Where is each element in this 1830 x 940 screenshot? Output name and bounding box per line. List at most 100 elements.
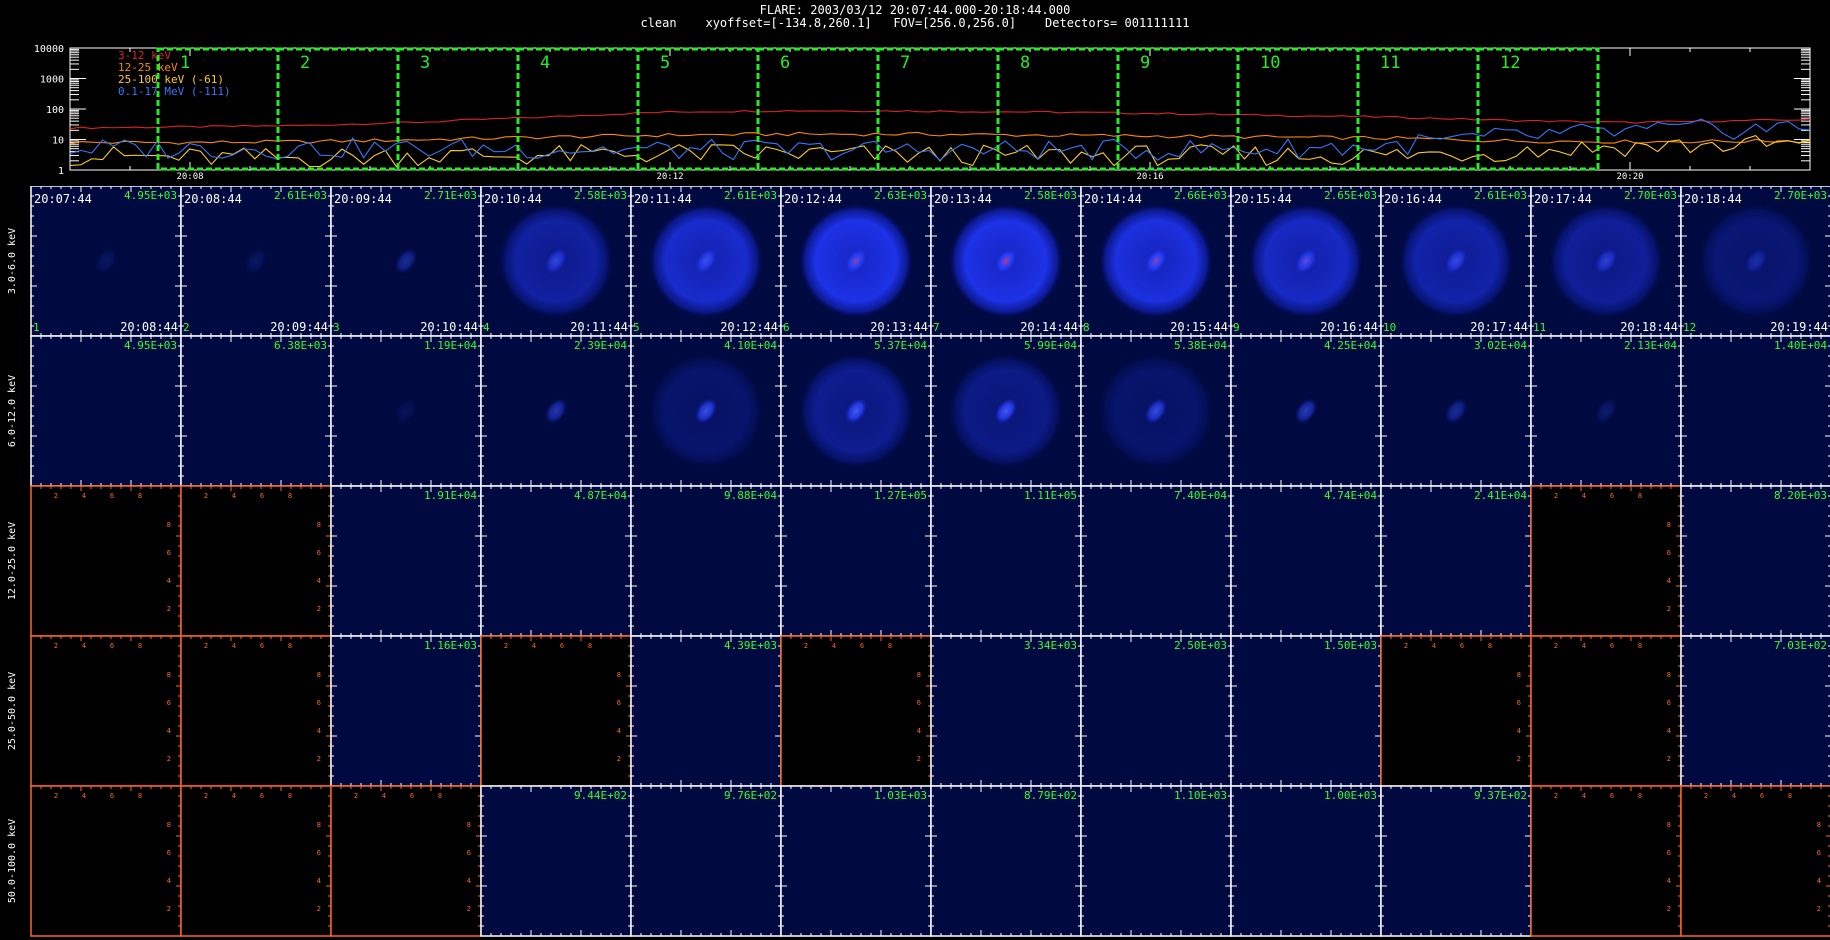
image-panel: 7.40E+04 <box>1080 485 1232 637</box>
empty-tick-label: 2 <box>1817 905 1821 913</box>
panel-number: 11 <box>1533 321 1546 334</box>
image-panel: 2 2 4 4 6 6 8 8 <box>180 485 332 637</box>
panel-number: 2 <box>183 321 190 334</box>
panel-background <box>781 786 931 936</box>
image-panel: 2.71E+03 20:09:44 20:10:44 3 <box>330 186 482 337</box>
panel-background <box>631 786 781 936</box>
empty-tick-label: 6 <box>317 549 321 557</box>
empty-tick-label: 8 <box>617 671 621 679</box>
image-panel: 2.70E+03 20:18:44 20:19:44 12 <box>1680 186 1830 337</box>
panel-background <box>1531 486 1681 636</box>
series-line <box>69 131 1811 145</box>
empty-tick-label: 2 <box>204 642 208 650</box>
peak-value: 4.95E+03 <box>124 189 177 202</box>
image-panel: 2 2 4 4 6 6 8 8 <box>1530 485 1682 637</box>
panel-end-time: 20:19:44 <box>1770 320 1828 334</box>
empty-tick-label: 4 <box>82 642 86 650</box>
empty-tick-label: 2 <box>204 792 208 800</box>
panel-background <box>1231 786 1381 936</box>
image-panel: 2.66E+03 20:14:44 20:15:44 8 <box>1080 186 1232 337</box>
panel-start-time: 20:14:44 <box>1084 192 1142 206</box>
empty-tick-label: 8 <box>917 671 921 679</box>
panel-background <box>631 486 781 636</box>
peak-value: 8.20E+03 <box>1774 489 1827 502</box>
image-panel: 1.40E+04 <box>1680 335 1830 487</box>
empty-tick-label: 4 <box>317 877 321 885</box>
empty-tick-label: 6 <box>467 849 471 857</box>
peak-value: 1.03E+03 <box>874 789 927 802</box>
peak-value: 2.61E+03 <box>274 189 327 202</box>
panel-background <box>1681 786 1830 936</box>
y-tick-label: 100 <box>46 105 64 116</box>
peak-value: 1.19E+04 <box>424 339 477 352</box>
panel-background <box>31 336 181 486</box>
x-tick-label: 20:12 <box>656 172 683 180</box>
empty-tick-label: 8 <box>138 642 142 650</box>
image-panel: 2 2 4 4 6 6 8 8 <box>330 785 482 937</box>
panel-end-time: 20:09:44 <box>270 320 328 334</box>
empty-tick-label: 6 <box>167 549 171 557</box>
empty-tick-label: 2 <box>617 755 621 763</box>
interval-box <box>1116 47 1240 171</box>
panel-background <box>931 786 1081 936</box>
empty-tick-label: 4 <box>382 792 386 800</box>
empty-tick-label: 4 <box>832 642 836 650</box>
peak-value: 1.50E+03 <box>1324 639 1377 652</box>
image-panel: 2.70E+03 20:17:44 20:18:44 11 <box>1530 186 1682 337</box>
image-panel: 9.44E+02 <box>480 785 632 937</box>
empty-tick-label: 8 <box>138 492 142 500</box>
interval-label: 3 <box>420 53 430 73</box>
panel-background <box>1381 636 1531 786</box>
peak-value: 2.66E+03 <box>1174 189 1227 202</box>
panel-background <box>1381 786 1531 936</box>
peak-value: 7.40E+04 <box>1174 489 1227 502</box>
empty-tick-label: 4 <box>167 727 171 735</box>
interval-label: 6 <box>780 53 790 73</box>
peak-value: 8.79E+02 <box>1024 789 1077 802</box>
panel-background <box>331 636 481 786</box>
empty-tick-label: 4 <box>917 727 921 735</box>
image-panel: 9.88E+04 <box>630 485 782 637</box>
panel-number: 3 <box>333 321 340 334</box>
empty-tick-label: 2 <box>167 605 171 613</box>
panel-background <box>31 786 181 936</box>
row-label: 3.0-6.0 keV <box>7 228 18 294</box>
empty-tick-label: 4 <box>1517 727 1521 735</box>
empty-tick-label: 4 <box>232 492 236 500</box>
peak-value: 2.58E+03 <box>1024 189 1077 202</box>
panel-end-time: 20:18:44 <box>1620 320 1678 334</box>
empty-tick-label: 4 <box>167 577 171 585</box>
image-panel: 3.02E+04 <box>1380 335 1532 487</box>
empty-tick-label: 8 <box>467 821 471 829</box>
panel-number: 7 <box>933 321 940 334</box>
empty-tick-label: 2 <box>1517 755 1521 763</box>
panel-end-time: 20:13:44 <box>870 320 928 334</box>
panel-start-time: 20:08:44 <box>184 192 242 206</box>
empty-tick-label: 8 <box>288 792 292 800</box>
image-panel: 5.99E+04 <box>930 335 1082 487</box>
image-panel: 2 2 4 4 6 6 8 8 <box>1680 785 1830 937</box>
empty-tick-label: 8 <box>1638 492 1642 500</box>
interval-box <box>1356 47 1480 171</box>
image-panel: 2 2 4 4 6 6 8 8 <box>30 485 182 637</box>
empty-tick-label: 2 <box>54 792 58 800</box>
panel-start-time: 20:12:44 <box>784 192 842 206</box>
header-params: clean xyoffset=[-134.8,260.1] FOV=[256.0… <box>640 16 1190 30</box>
peak-value: 1.91E+04 <box>424 489 477 502</box>
image-panel: 7.03E+02 <box>1680 635 1830 787</box>
empty-tick-label: 2 <box>204 492 208 500</box>
empty-tick-label: 4 <box>1582 492 1586 500</box>
panel-end-time: 20:10:44 <box>420 320 478 334</box>
peak-value: 2.13E+04 <box>1624 339 1677 352</box>
panel-number: 8 <box>1083 321 1090 334</box>
panel-number: 12 <box>1683 321 1696 334</box>
empty-tick-label: 4 <box>1732 792 1736 800</box>
panel-background <box>1081 786 1231 936</box>
peak-value: 1.00E+03 <box>1324 789 1377 802</box>
empty-tick-label: 6 <box>1667 849 1671 857</box>
peak-value: 9.44E+02 <box>574 789 627 802</box>
image-panel: 2 2 4 4 6 6 8 8 <box>180 635 332 787</box>
y-tick-label: 1 <box>58 166 64 177</box>
peak-value: 2.63E+03 <box>874 189 927 202</box>
peak-value: 4.39E+03 <box>724 639 777 652</box>
